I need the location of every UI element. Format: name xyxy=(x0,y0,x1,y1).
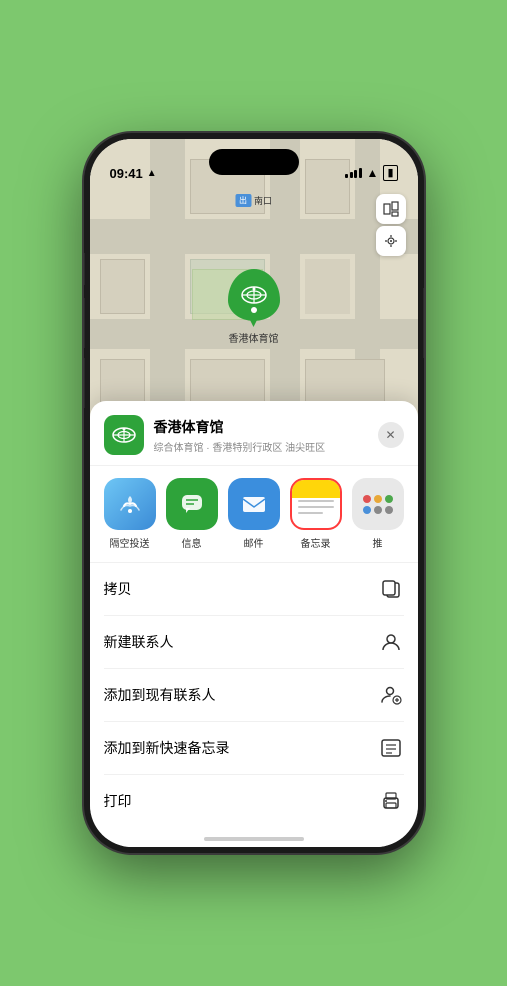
time-label: 09:41 xyxy=(110,166,143,181)
battery-icon: ▮ xyxy=(383,165,397,181)
share-item-more[interactable]: 推 xyxy=(352,478,404,550)
map-controls xyxy=(376,194,406,256)
location-button[interactable] xyxy=(376,226,406,256)
pin-icon xyxy=(228,269,280,321)
close-button[interactable]: ✕ xyxy=(378,422,404,448)
signal-icon xyxy=(345,168,362,178)
add-contact-label: 添加到现有联系人 xyxy=(104,685,216,705)
action-list: 拷贝 新建联系人 xyxy=(90,563,418,827)
share-item-mail[interactable]: 邮件 xyxy=(228,478,280,550)
mail-label: 邮件 xyxy=(244,535,264,550)
phone-screen: 09:41 ▲ ▲ ▮ xyxy=(90,139,418,847)
action-copy[interactable]: 拷贝 xyxy=(104,563,404,616)
map-type-button[interactable] xyxy=(376,194,406,224)
status-time: 09:41 ▲ xyxy=(110,166,157,181)
share-row: 隔空投送 信息 xyxy=(90,466,418,563)
action-quick-note[interactable]: 添加到新快速备忘录 xyxy=(104,722,404,775)
mail-icon-box xyxy=(228,478,280,530)
share-item-notes[interactable]: 备忘录 xyxy=(290,478,342,550)
message-icon-box xyxy=(166,478,218,530)
phone-frame: 09:41 ▲ ▲ ▮ xyxy=(84,133,424,853)
action-print[interactable]: 打印 xyxy=(104,775,404,827)
add-contact-icon xyxy=(378,682,404,708)
quick-note-label: 添加到新快速备忘录 xyxy=(104,738,230,758)
silent-switch[interactable] xyxy=(84,253,85,285)
bottom-sheet: 香港体育馆 综合体育馆 · 香港特别行政区 油尖旺区 ✕ xyxy=(90,401,418,847)
airdrop-icon-box xyxy=(104,478,156,530)
pin-tail xyxy=(250,319,258,327)
venue-subtitle: 综合体育馆 · 香港特别行政区 油尖旺区 xyxy=(154,439,378,454)
share-item-message[interactable]: 信息 xyxy=(166,478,218,550)
share-item-airdrop[interactable]: 隔空投送 xyxy=(104,478,156,550)
copy-label: 拷贝 xyxy=(104,579,132,599)
pin-dot xyxy=(251,307,257,313)
exit-sign: 出 xyxy=(235,194,251,207)
stadium-pin[interactable]: 香港体育馆 xyxy=(228,269,280,345)
map-label-sign: 出 南口 xyxy=(235,194,272,207)
venue-name: 香港体育馆 xyxy=(154,417,378,437)
volume-up-button[interactable] xyxy=(84,298,85,348)
venue-icon xyxy=(104,415,144,455)
print-icon xyxy=(378,788,404,814)
power-button[interactable] xyxy=(423,288,424,358)
home-indicator xyxy=(204,837,304,841)
new-contact-label: 新建联系人 xyxy=(104,632,174,652)
location-icon: ▲ xyxy=(147,168,157,179)
venue-info: 香港体育馆 综合体育馆 · 香港特别行政区 油尖旺区 xyxy=(154,417,378,454)
more-label: 推 xyxy=(373,535,383,550)
venue-header: 香港体育馆 综合体育馆 · 香港特别行政区 油尖旺区 ✕ xyxy=(90,401,418,466)
notes-label: 备忘录 xyxy=(301,535,331,550)
airdrop-label: 隔空投送 xyxy=(110,535,150,550)
action-new-contact[interactable]: 新建联系人 xyxy=(104,616,404,669)
copy-icon xyxy=(378,576,404,602)
pin-label: 香港体育馆 xyxy=(229,330,279,345)
status-icons: ▲ ▮ xyxy=(345,165,397,181)
exit-label: 南口 xyxy=(254,194,272,207)
new-contact-icon xyxy=(378,629,404,655)
volume-down-button[interactable] xyxy=(84,358,85,408)
dynamic-island xyxy=(209,149,299,175)
wifi-icon: ▲ xyxy=(367,166,379,180)
more-icon-box xyxy=(352,478,404,530)
notes-icon-box xyxy=(290,478,342,530)
quick-note-icon xyxy=(378,735,404,761)
action-add-contact[interactable]: 添加到现有联系人 xyxy=(104,669,404,722)
message-label: 信息 xyxy=(182,535,202,550)
print-label: 打印 xyxy=(104,791,132,811)
